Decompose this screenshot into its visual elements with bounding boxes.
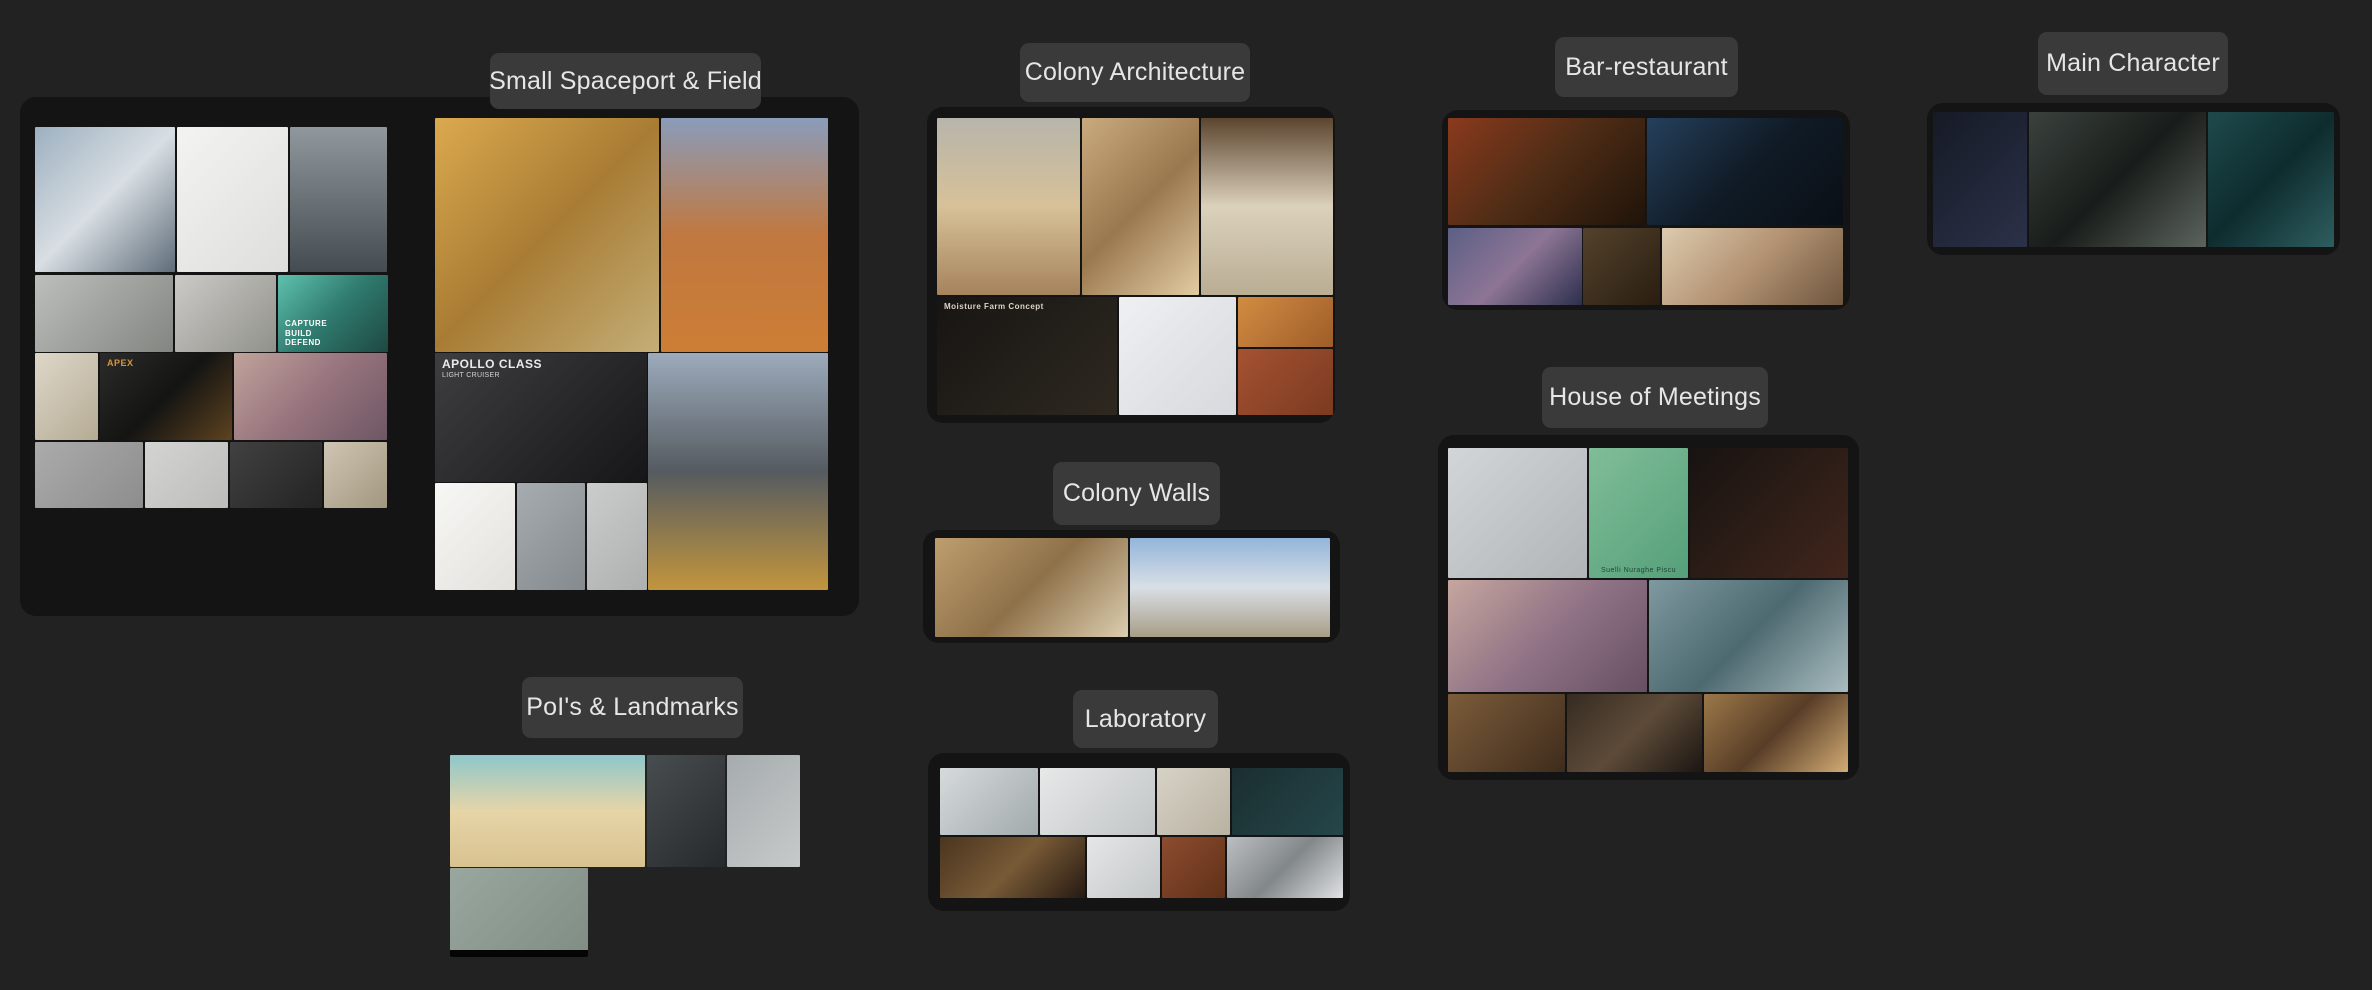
img-desert-gate-figure[interactable] bbox=[937, 118, 1080, 295]
small-spaceport-field-label[interactable]: Small Spaceport & Field bbox=[490, 53, 761, 109]
img-lab-sketch[interactable] bbox=[1157, 768, 1230, 835]
img-lab-pod-render[interactable] bbox=[1040, 768, 1155, 835]
img-fortress-wall-towers[interactable] bbox=[1130, 538, 1330, 637]
img-purple-landing-platform[interactable] bbox=[234, 353, 387, 440]
img-mast-tower-render[interactable] bbox=[727, 755, 800, 867]
img-dome-arches-painting[interactable] bbox=[450, 755, 645, 867]
board-canvas: CAPTURE BUILD DEFEND APEX APOLLO CLASSLIGH… bbox=[0, 0, 2372, 990]
img-container-crane-module[interactable] bbox=[517, 483, 585, 590]
img-apex-landing-pad-text: APEX bbox=[107, 358, 134, 368]
img-rusty-building-views[interactable] bbox=[1448, 448, 1587, 578]
img-mars-outpost[interactable] bbox=[1162, 837, 1225, 898]
house-of-meetings-label[interactable]: House of Meetings bbox=[1542, 367, 1768, 428]
img-sphere-tank-module[interactable] bbox=[175, 275, 276, 352]
img-radar-dish-turret[interactable] bbox=[35, 275, 173, 352]
img-dusk-bar-exterior[interactable] bbox=[1448, 228, 1582, 305]
img-building-sketch[interactable] bbox=[145, 442, 228, 508]
img-white-platform-renders[interactable] bbox=[177, 127, 288, 272]
img-colony-map-red[interactable] bbox=[1238, 349, 1333, 415]
img-capture-build-defend-text: CAPTURE BUILD DEFEND bbox=[285, 319, 327, 347]
img-dropship-bar-concept[interactable] bbox=[1662, 228, 1843, 305]
img-beige-module-renders[interactable] bbox=[35, 353, 98, 440]
img-briefing-room[interactable] bbox=[940, 837, 1085, 898]
img-signpost-concept[interactable] bbox=[450, 868, 588, 957]
img-wheatfield-spaceport-aerial[interactable] bbox=[435, 118, 659, 352]
img-desert-village[interactable] bbox=[1082, 118, 1199, 295]
bar-restaurant-label[interactable]: Bar-restaurant bbox=[1555, 37, 1738, 97]
img-orange-dome-outpost[interactable] bbox=[1238, 297, 1333, 347]
pois-landmarks-label[interactable]: PoI's & Landmarks bbox=[522, 677, 743, 738]
img-round-table-room[interactable] bbox=[1567, 694, 1702, 772]
img-saloon-interior[interactable] bbox=[1448, 118, 1645, 225]
img-reception-interior[interactable] bbox=[1448, 694, 1565, 772]
img-round-assembly-render[interactable] bbox=[1690, 448, 1848, 578]
img-nuraghe-map[interactable]: Suelli Nuraghe Piscu bbox=[1589, 448, 1688, 578]
img-portrait-illustration[interactable] bbox=[1933, 112, 2027, 247]
img-drill-tower[interactable] bbox=[290, 127, 387, 272]
img-dark-tower[interactable] bbox=[647, 755, 725, 867]
img-signpost-concept-credit-bar bbox=[450, 950, 588, 957]
img-dark-spaceport-concept[interactable] bbox=[230, 442, 322, 508]
img-desert-wall-gate[interactable] bbox=[935, 538, 1128, 637]
img-capture-build-defend[interactable]: CAPTURE BUILD DEFEND bbox=[278, 275, 388, 352]
img-lab-topview[interactable] bbox=[940, 768, 1038, 835]
img-hex-base-sketch[interactable] bbox=[35, 442, 143, 508]
img-bar-counter-person[interactable] bbox=[1583, 228, 1660, 305]
img-moisture-farm-concept[interactable]: Moisture Farm Concept bbox=[937, 297, 1117, 415]
img-moisture-farm-concept-text: Moisture Farm Concept bbox=[944, 302, 1044, 311]
img-iso-lab-module[interactable] bbox=[1087, 837, 1160, 898]
img-snow-base-concept[interactable] bbox=[35, 127, 175, 272]
img-dome-house-render[interactable] bbox=[1119, 297, 1236, 415]
img-nuraghe-map-text: Suelli Nuraghe Piscu bbox=[1589, 567, 1688, 575]
img-film-still-front[interactable] bbox=[2029, 112, 2206, 247]
img-dark-lab-interior[interactable] bbox=[1232, 768, 1343, 835]
img-ship-corridor[interactable] bbox=[1227, 837, 1343, 898]
img-great-hall-fireplace[interactable] bbox=[1704, 694, 1848, 772]
img-field-dropship-painting[interactable] bbox=[661, 118, 828, 352]
main-character-label[interactable]: Main Character bbox=[2038, 32, 2228, 95]
img-film-still-fedora[interactable] bbox=[2208, 112, 2334, 247]
img-purple-hangar[interactable] bbox=[1448, 580, 1647, 692]
img-scifi-cantina[interactable] bbox=[1647, 118, 1843, 225]
colony-architecture-label[interactable]: Colony Architecture bbox=[1020, 43, 1250, 102]
img-beige-buildings-sketch[interactable] bbox=[324, 442, 387, 508]
laboratory-label[interactable]: Laboratory bbox=[1073, 690, 1218, 748]
colony-walls-label[interactable]: Colony Walls bbox=[1053, 462, 1220, 525]
img-rover-truck-renders[interactable] bbox=[435, 483, 515, 590]
img-apex-landing-pad[interactable]: APEX bbox=[100, 353, 232, 440]
img-bunker-hillside-painting[interactable] bbox=[648, 353, 828, 590]
img-apollo-class-cruiser[interactable]: APOLLO CLASSLIGHT CRUISER bbox=[435, 353, 647, 482]
img-apollo-class-cruiser-subtext: LIGHT CRUISER bbox=[442, 372, 542, 380]
img-props-parts-sheet[interactable] bbox=[587, 483, 647, 590]
img-miniature-model-photo[interactable] bbox=[1201, 118, 1333, 295]
img-apollo-class-cruiser-text: APOLLO CLASSLIGHT CRUISER bbox=[442, 358, 542, 380]
img-amphitheater-aerial[interactable] bbox=[1649, 580, 1848, 692]
